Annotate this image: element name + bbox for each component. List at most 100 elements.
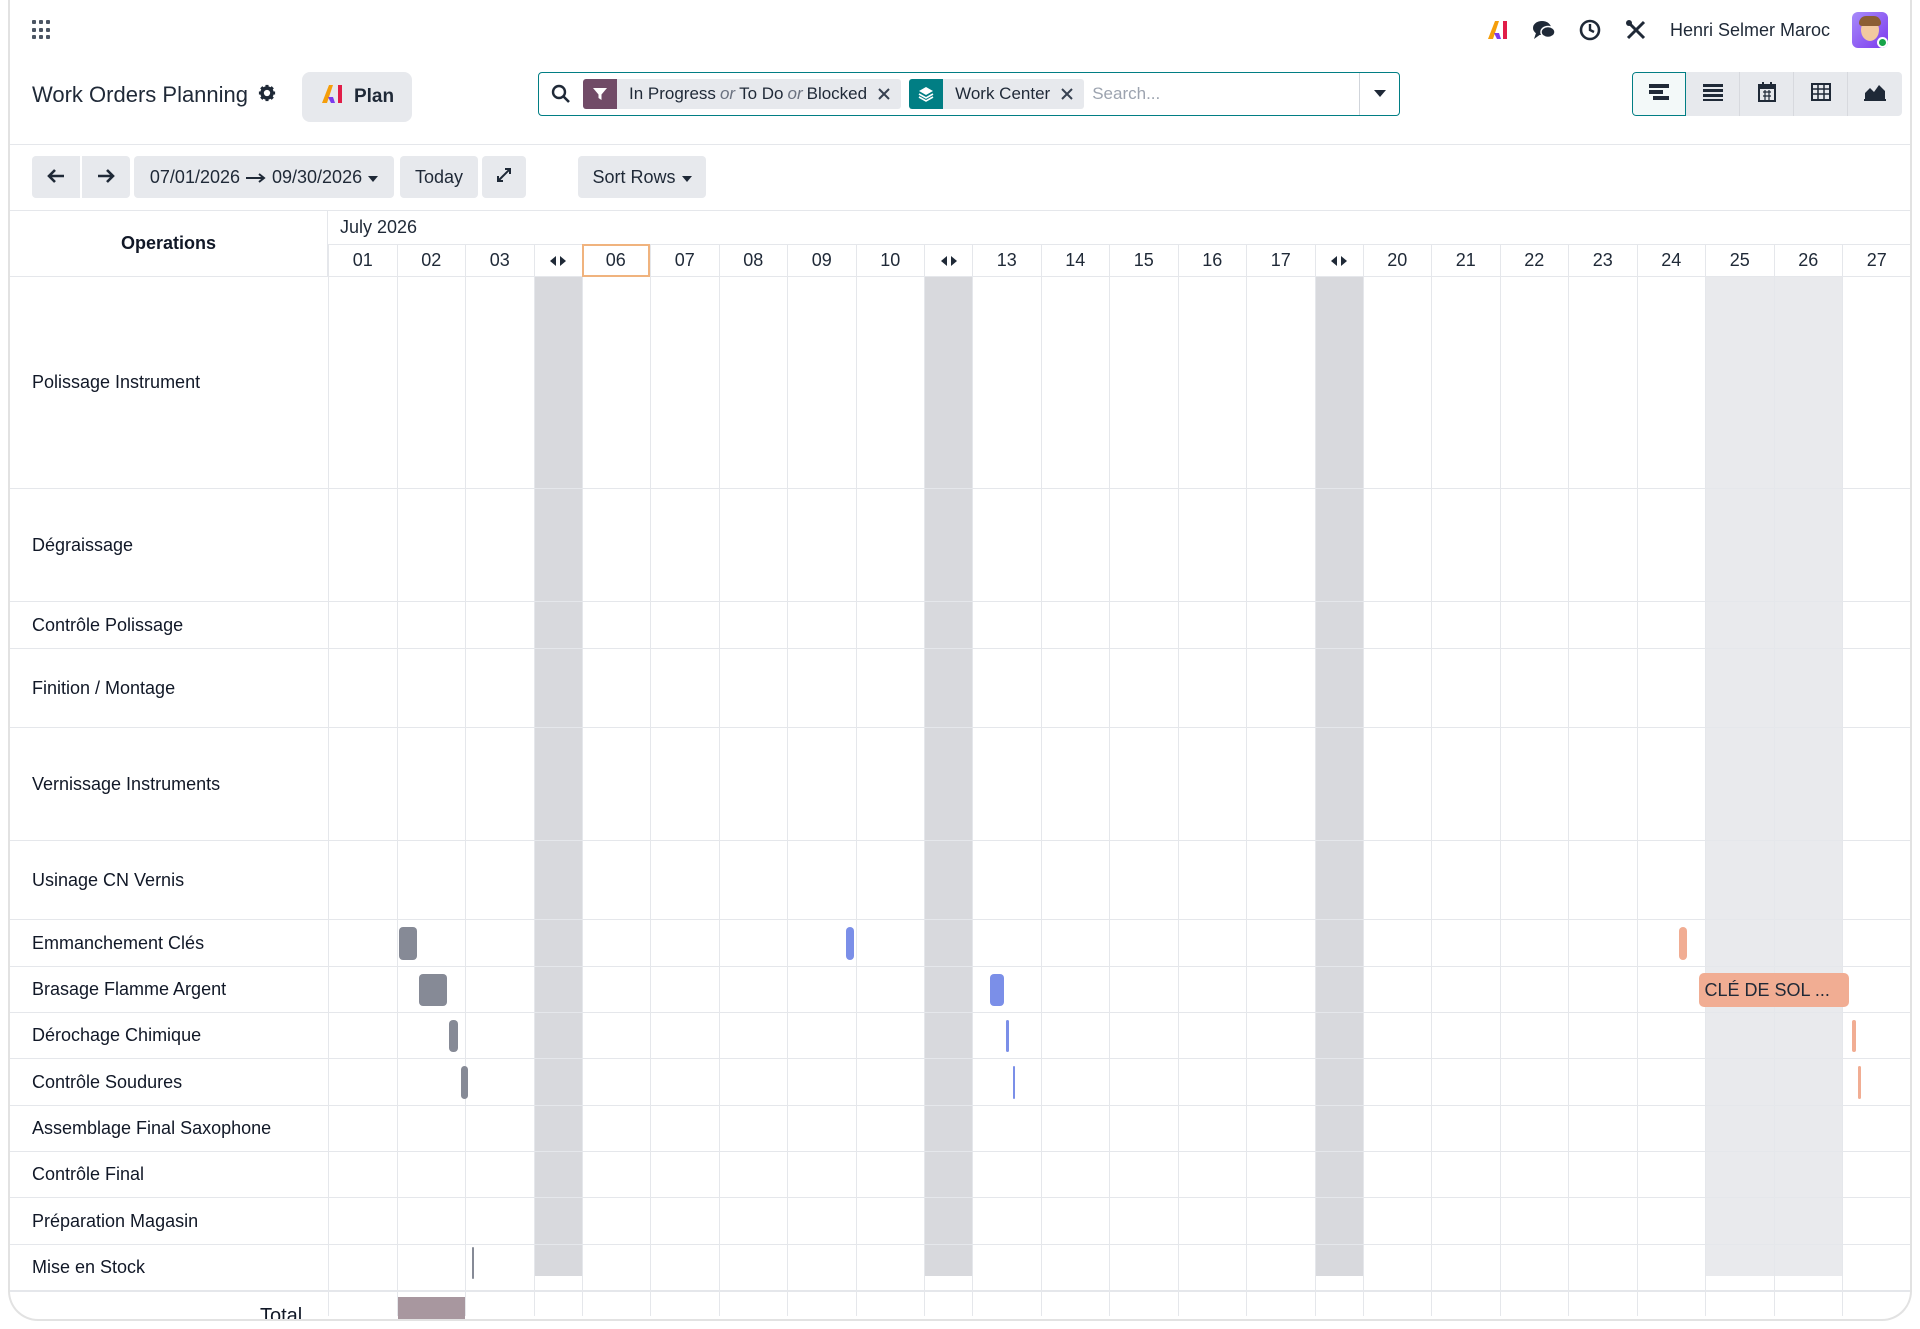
day-header: 20 — [1362, 244, 1431, 277]
row-label: Emmanchement Clés — [32, 932, 205, 953]
row-label: Usinage CN Vernis — [32, 869, 185, 890]
gantt-pill[interactable] — [448, 1019, 458, 1053]
gantt-row[interactable]: Contrôle Final — [10, 1152, 1910, 1198]
caret-down-icon — [681, 167, 692, 188]
gantt-pill[interactable] — [1852, 1019, 1856, 1053]
gantt-row[interactable]: Préparation Magasin — [10, 1198, 1910, 1245]
day-header: 09 — [787, 244, 856, 277]
groupby-facet: Work Center — [909, 79, 1085, 109]
caret-down-icon — [368, 167, 379, 188]
search-options-toggle[interactable] — [1359, 73, 1399, 115]
row-separator — [328, 841, 329, 920]
activity-clock-icon[interactable] — [1578, 18, 1602, 42]
graph-view-button[interactable] — [1848, 72, 1902, 116]
gantt-pill[interactable] — [472, 1247, 474, 1280]
gantt-pill[interactable] — [990, 973, 1004, 1007]
day-header: 01 — [328, 244, 397, 277]
gantt-view-button[interactable] — [1632, 72, 1686, 116]
caret-down-icon — [1373, 85, 1386, 103]
expand-collapse-icon — [940, 250, 958, 271]
remove-facet-icon[interactable] — [877, 79, 902, 109]
tools-icon[interactable] — [1624, 18, 1648, 42]
gantt-row[interactable]: Finition / Montage — [10, 649, 1910, 728]
date-range-picker[interactable]: 07/01/2026 09/30/2026 — [134, 156, 394, 198]
gantt-row[interactable]: Mise en Stock — [10, 1245, 1910, 1291]
list-view-button[interactable] — [1686, 72, 1740, 116]
day-header: 23 — [1568, 244, 1637, 277]
next-button[interactable] — [82, 156, 130, 198]
total-label: Total — [260, 1305, 303, 1321]
gantt-pill[interactable] — [1006, 1019, 1009, 1053]
pivot-view-button[interactable] — [1794, 72, 1848, 116]
apps-menu-icon[interactable] — [32, 20, 52, 40]
sort-rows-button[interactable]: Sort Rows — [578, 156, 706, 198]
gantt-pill-labeled[interactable]: CLÉ DE SOL ... — [1698, 973, 1849, 1007]
discuss-icon[interactable] — [1532, 18, 1556, 42]
facet-separator: or — [719, 84, 736, 103]
calendar-view-button[interactable] — [1740, 72, 1794, 116]
day-header: 06 — [581, 244, 650, 277]
gantt-pill[interactable] — [461, 1066, 468, 1099]
day-header: 22 — [1499, 244, 1568, 277]
gantt-row[interactable]: Brasage Flamme Argent — [10, 967, 1910, 1013]
gantt-row[interactable]: Assemblage Final Saxophone — [10, 1106, 1910, 1152]
gear-icon[interactable] — [258, 82, 276, 108]
filter-facet: In Progress or To Do or Blocked — [583, 79, 902, 109]
expand-collapse-icon — [1330, 250, 1348, 271]
gantt-row[interactable]: Vernissage Instruments — [10, 728, 1910, 841]
long-arrow-right-icon — [246, 167, 266, 188]
pivot-icon — [1810, 82, 1831, 106]
groupby-facet-value: Work Center — [943, 79, 1061, 109]
facet-value: Work Center — [955, 84, 1051, 103]
gantt-row[interactable]: Polissage Instrument — [10, 277, 1910, 489]
gantt-pill[interactable] — [1678, 927, 1687, 960]
navbar-systray: Henri Selmer Maroc — [1486, 12, 1888, 48]
gantt-pill[interactable] — [845, 927, 854, 960]
gantt-pill[interactable] — [398, 927, 417, 960]
user-name[interactable]: Henri Selmer Maroc — [1670, 20, 1830, 41]
today-button[interactable]: Today — [400, 156, 478, 198]
day-header: 24 — [1636, 244, 1705, 277]
filter-icon — [583, 79, 617, 109]
gantt-pill[interactable] — [1013, 1066, 1015, 1099]
collapsed-days-toggle[interactable] — [924, 244, 972, 277]
collapsed-days-toggle[interactable] — [533, 244, 582, 277]
day-header: 13 — [972, 244, 1041, 277]
day-header: 27 — [1842, 244, 1910, 277]
gantt-row[interactable]: Dérochage Chimique — [10, 1013, 1910, 1059]
gantt-row[interactable]: Contrôle Soudures — [10, 1059, 1910, 1106]
row-separator — [328, 967, 329, 1013]
search-bar: In Progress or To Do or Blocked Work Cen… — [538, 72, 1400, 116]
gantt-row[interactable]: Dégraissage — [10, 489, 1910, 602]
row-separator — [328, 920, 329, 967]
day-header: 02 — [396, 244, 465, 277]
graph-icon — [1864, 83, 1886, 106]
plan-button[interactable]: Plan — [302, 72, 412, 122]
day-header: 03 — [465, 244, 534, 277]
search-input[interactable] — [1092, 84, 1359, 104]
gantt-icon — [1649, 83, 1669, 106]
remove-facet-icon[interactable] — [1060, 79, 1085, 109]
gantt-row[interactable]: Emmanchement Clés — [10, 920, 1910, 967]
avatar[interactable] — [1852, 12, 1888, 48]
row-label: Dérochage Chimique — [32, 1025, 202, 1045]
arrow-right-icon — [97, 167, 115, 188]
collapsed-days-toggle[interactable] — [1314, 244, 1363, 277]
ai-icon[interactable] — [1486, 18, 1510, 42]
row-separator — [328, 277, 329, 489]
gantt-pill[interactable] — [418, 973, 447, 1007]
total-bar — [397, 1297, 465, 1319]
layers-icon — [909, 79, 944, 109]
gantt-row[interactable]: Usinage CN Vernis — [10, 841, 1910, 920]
expand-button[interactable] — [482, 156, 526, 198]
row-separator — [328, 1013, 329, 1059]
row-label: Assemblage Final Saxophone — [32, 1118, 272, 1138]
day-header: 26 — [1773, 244, 1842, 277]
today-label: Today — [414, 166, 464, 187]
gantt-pill[interactable] — [1858, 1066, 1861, 1099]
facet-value: To Do — [739, 84, 784, 103]
list-icon — [1702, 83, 1723, 106]
gantt-row[interactable]: Contrôle Polissage — [10, 602, 1910, 649]
previous-button[interactable] — [32, 156, 80, 198]
date-to: 09/30/2026 — [272, 166, 363, 187]
